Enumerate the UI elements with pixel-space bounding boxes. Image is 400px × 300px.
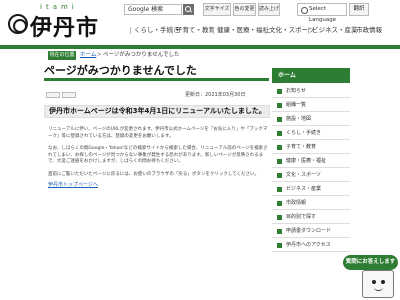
sidebar-item-facilities[interactable]: 施設・地図 — [272, 113, 350, 126]
notice-paragraph: なお、しばらくの間Google・Yahoo!などの検索サイトから検索した場合、リ… — [48, 146, 268, 164]
breadcrumb: 現在の位置 ホーム > ページがみつかりませんでした — [0, 51, 400, 61]
sidebar-heading[interactable]: ホーム — [272, 68, 350, 83]
read-aloud-button[interactable]: 読み上げ — [258, 3, 280, 16]
sidebar-item-business[interactable]: ビジネス・産業 — [272, 183, 350, 196]
sidebar-item-downloads[interactable]: 申請書ダウンロード — [272, 225, 350, 238]
nav-item-cityinfo[interactable]: 市政情報 — [352, 24, 382, 36]
main-nav: くらし・手続き 子育て・教育 健康・医療・福祉 文化・スポーツ ビジネス・産業 … — [0, 24, 400, 36]
nav-item-culture[interactable]: 文化・スポーツ — [265, 24, 314, 36]
page-title: ページがみつかりませんでした — [44, 64, 269, 81]
language-select[interactable]: Select Language — [297, 3, 347, 23]
sidebar-item-health[interactable]: 健康・医療・福祉 — [272, 155, 350, 168]
mascot-mouth — [374, 287, 383, 291]
sidebar-item-culture[interactable]: 文化・スポーツ — [272, 169, 350, 182]
nav-item-label: 健康・医療・福祉 — [217, 26, 269, 34]
sidebar-item-news[interactable]: お知らせ — [272, 85, 350, 98]
font-size-button[interactable]: 文字サイズ — [203, 3, 231, 16]
nav-separator — [213, 27, 214, 34]
chatbot-bubble[interactable]: 質問にお答えします — [343, 255, 398, 270]
search-input[interactable]: Google 検索 — [124, 4, 182, 15]
tweet-button[interactable] — [62, 92, 76, 98]
notice-paragraph: リニューアルに伴い、ページのURLが変更されます。伊丹市公式ホームページを「お気… — [48, 127, 268, 139]
nav-divider — [0, 45, 400, 49]
breadcrumb-separator: > — [97, 52, 102, 58]
updated-date: 更新日：2021年03月30日 — [185, 92, 246, 98]
sidebar-item-organization[interactable]: 組織一覧 — [272, 99, 350, 112]
sidebar-item-childcare[interactable]: 子育て・教育 — [272, 141, 350, 154]
nav-item-childcare[interactable]: 子育て・教育 — [172, 24, 215, 36]
breadcrumb-home-link[interactable]: ホーム — [80, 51, 96, 60]
breadcrumb-current: ページがみつかりませんでした — [103, 52, 180, 58]
translate-button[interactable]: 翻訳 — [349, 3, 369, 16]
nav-item-label: ビジネス・産業 — [312, 26, 358, 34]
mascot-eye — [381, 280, 385, 284]
nav-item-label: 市政情報 — [356, 26, 382, 34]
nav-separator — [265, 27, 266, 34]
nav-separator — [130, 27, 131, 34]
nav-item-health[interactable]: 健康・医療・福祉 — [213, 24, 269, 36]
sidebar-item-living[interactable]: くらし・手続き — [272, 127, 350, 140]
search-icon[interactable] — [183, 4, 194, 15]
nav-separator — [308, 27, 309, 34]
breadcrumb-tag: 現在の位置 — [48, 51, 76, 60]
sidebar-item-cityinfo[interactable]: 市政情報 — [272, 197, 350, 210]
notice-paragraph: 直前にご覧いただいたページに戻るには、お使いのブラウザの「戻る」ボタンをクリック… — [48, 172, 260, 177]
nav-separator — [172, 27, 173, 34]
sidebar-item-purpose[interactable]: 目的別で探す — [272, 211, 350, 224]
nav-item-label: 子育て・教育 — [176, 26, 215, 34]
chatbot-mascot-icon[interactable] — [362, 270, 394, 298]
color-change-button[interactable]: 色の変更 — [233, 3, 256, 16]
mascot-eye — [372, 280, 376, 284]
nav-separator — [352, 27, 353, 34]
notice-heading: 伊丹市ホームページは令和3年4月1日にリニューアルいたしました。 — [44, 105, 270, 118]
nav-item-business[interactable]: ビジネス・産業 — [308, 24, 358, 36]
top-page-link[interactable]: 伊丹市トップページへ — [48, 182, 98, 188]
share-button[interactable] — [46, 92, 60, 98]
sidebar-item-access[interactable]: 伊丹市へのアクセス — [272, 239, 350, 252]
